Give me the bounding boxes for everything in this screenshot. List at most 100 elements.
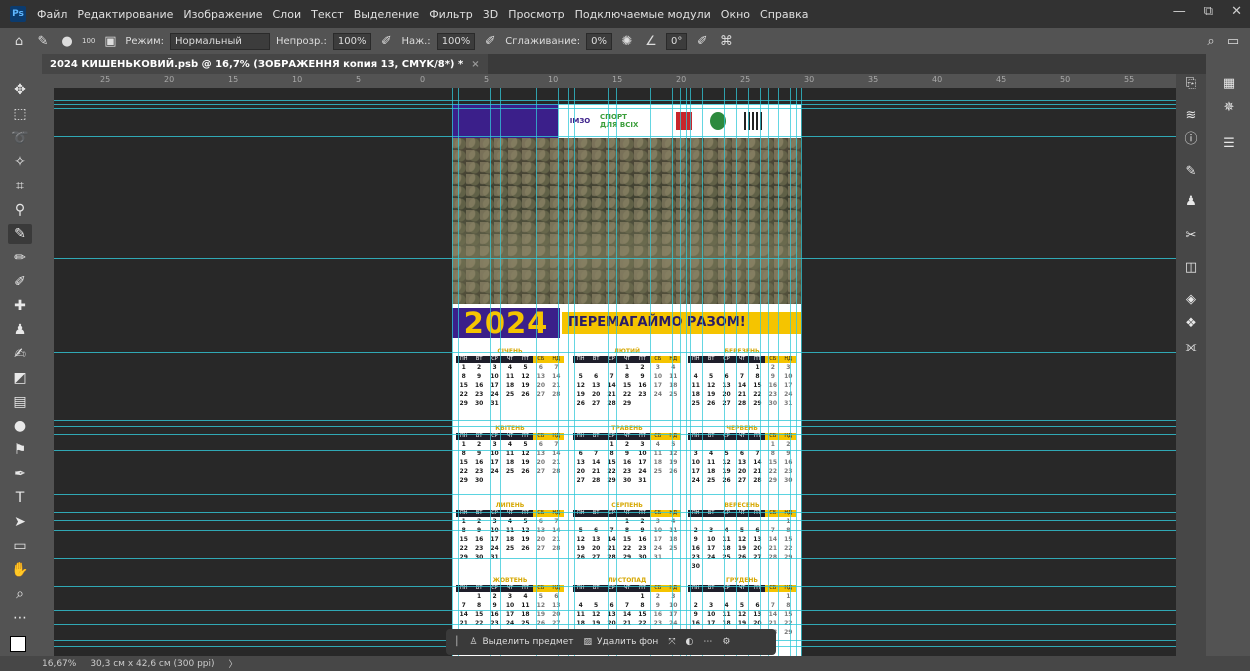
horizontal-guide[interactable] [54,352,1176,353]
horizontal-guide[interactable] [54,494,1176,495]
vertical-guide[interactable] [536,88,537,656]
search-icon[interactable]: ⌕ [1202,34,1220,49]
crop-tool-icon[interactable]: ⌗ [8,176,32,196]
vertical-guide[interactable] [686,88,687,656]
canvas-area[interactable]: IMЗО СПОРТ ДЛЯ ВСІХ 2024 ПЕРЕМАГАЙМО РАЗ… [54,88,1176,656]
vertical-guide[interactable] [801,88,802,656]
mask-icon[interactable]: ◐ [686,637,694,647]
lasso-tool-icon[interactable]: ➰ [8,128,32,148]
vertical-guide[interactable] [760,88,761,656]
vertical-guide[interactable] [672,88,673,656]
hand-tool-icon[interactable]: ✋ [8,560,32,580]
pen-tool-icon[interactable]: ✒ [8,464,32,484]
vertical-guide[interactable] [650,88,651,656]
vertical-guide[interactable] [490,88,491,656]
marquee-tool-icon[interactable]: ⬚ [8,104,32,124]
mode-select[interactable]: Нормальный [169,32,270,50]
pressure-size-icon[interactable]: ✐ [693,34,711,49]
menu-item-2[interactable]: Изображение [178,8,267,21]
close-tab-icon[interactable]: × [471,59,479,70]
menu-item-7[interactable]: 3D [478,8,503,21]
vertical-guide[interactable] [574,88,575,656]
gradient-tool-icon[interactable]: ▤ [8,392,32,412]
menu-item-0[interactable]: Файл [32,8,72,21]
paths-icon[interactable]: ⟗ [1180,338,1202,358]
move-tool-icon[interactable]: ✥ [8,80,32,100]
swatches-icon[interactable]: ▦ [1218,74,1240,94]
horizontal-guide[interactable] [54,100,1176,101]
menu-item-10[interactable]: Окно [716,8,755,21]
stamp-tool-icon[interactable]: ♟ [8,320,32,340]
settings-icon[interactable]: ⚙ [722,637,730,647]
workspace-icon[interactable]: ▭ [1224,34,1242,49]
shape-tool-icon[interactable]: ▭ [8,536,32,556]
vertical-guide[interactable] [452,88,453,656]
remove-background-button[interactable]: ▨ Удалить фон [583,637,658,647]
horizontal-guide[interactable] [54,558,1176,559]
smoothing-field[interactable]: 0% [586,32,612,50]
close-button[interactable]: ✕ [1231,4,1242,19]
eraser-tool-icon[interactable]: ◩ [8,368,32,388]
adjustments-icon[interactable]: ≋ [1180,106,1202,126]
vertical-guide[interactable] [790,88,791,656]
history-icon[interactable]: ⎘ [1180,74,1202,94]
vertical-guide[interactable] [616,88,617,656]
vertical-guide[interactable] [796,88,797,656]
panel-options-icon[interactable]: ☰ [1218,134,1240,154]
horizontal-guide[interactable] [54,520,1176,521]
blur-tool-icon[interactable]: ● [8,416,32,436]
horizontal-guide[interactable] [54,108,1176,109]
tool-presets-icon[interactable]: ✂ [1180,226,1202,246]
path-select-tool-icon[interactable]: ➤ [8,512,32,532]
maximize-button[interactable]: ⧉ [1204,4,1213,19]
healing-tool-icon[interactable]: ✚ [8,296,32,316]
menu-item-8[interactable]: Просмотр [503,8,569,21]
select-subject-button[interactable]: ♙ Выделить предмет [469,637,573,647]
horizontal-guide[interactable] [54,258,1176,259]
brush-settings-panel-icon[interactable]: ✎ [1180,162,1202,182]
gear-icon[interactable]: ✺ [618,34,636,49]
menu-item-6[interactable]: Фильтр [424,8,478,21]
more-tools-icon[interactable]: ⋯ [8,608,32,628]
horizontal-guide[interactable] [54,624,1176,625]
airbrush-icon[interactable]: ✐ [481,34,499,49]
transform-icon[interactable]: ⤧ [668,637,675,647]
quick-select-tool-icon[interactable]: ✧ [8,152,32,172]
vertical-guide[interactable] [778,88,779,656]
menu-item-9[interactable]: Подключаемые модули [570,8,716,21]
vertical-guide[interactable] [748,88,749,656]
vertical-guide[interactable] [724,88,725,656]
horizontal-guide[interactable] [54,530,1176,531]
horizontal-guide[interactable] [54,104,1176,105]
symmetry-icon[interactable]: ⌘ [717,34,735,49]
horizontal-guide[interactable] [54,512,1176,513]
vertical-guide[interactable] [680,88,681,656]
home-icon[interactable]: ⌂ [10,34,28,49]
pressure-opacity-icon[interactable]: ✐ [377,34,395,49]
pencil-tool-icon[interactable]: ✏ [8,248,32,268]
text-tool-icon[interactable]: T [8,488,32,508]
menu-item-11[interactable]: Справка [755,8,813,21]
vertical-guide[interactable] [458,88,459,656]
vertical-guide[interactable] [736,88,737,656]
vertical-guide[interactable] [702,88,703,656]
brush-settings-icon[interactable]: ▣ [101,34,119,49]
menu-item-5[interactable]: Выделение [349,8,425,21]
horizontal-guide[interactable] [54,450,1176,451]
properties-icon[interactable]: ◫ [1180,258,1202,278]
brush-preset-icon[interactable]: ● [58,34,76,49]
brush-tool-active-icon[interactable]: ✎ [8,224,32,244]
navigator-icon[interactable]: ✵ [1218,98,1240,118]
dodge-tool-icon[interactable]: ⚑ [8,440,32,460]
vertical-guide[interactable] [608,88,609,656]
angle-field[interactable]: 0° [666,32,688,50]
more-options-button[interactable]: ⋯ [703,637,712,647]
menu-item-1[interactable]: Редактирование [72,8,178,21]
horizontal-guide[interactable] [54,426,1176,427]
vertical-guide[interactable] [500,88,501,656]
horizontal-guide[interactable] [54,610,1176,611]
horizontal-guide[interactable] [54,586,1176,587]
foreground-color-swatch[interactable] [10,636,26,652]
brush-tool-icon[interactable]: ✎ [34,34,52,49]
horizontal-guide[interactable] [54,434,1176,435]
